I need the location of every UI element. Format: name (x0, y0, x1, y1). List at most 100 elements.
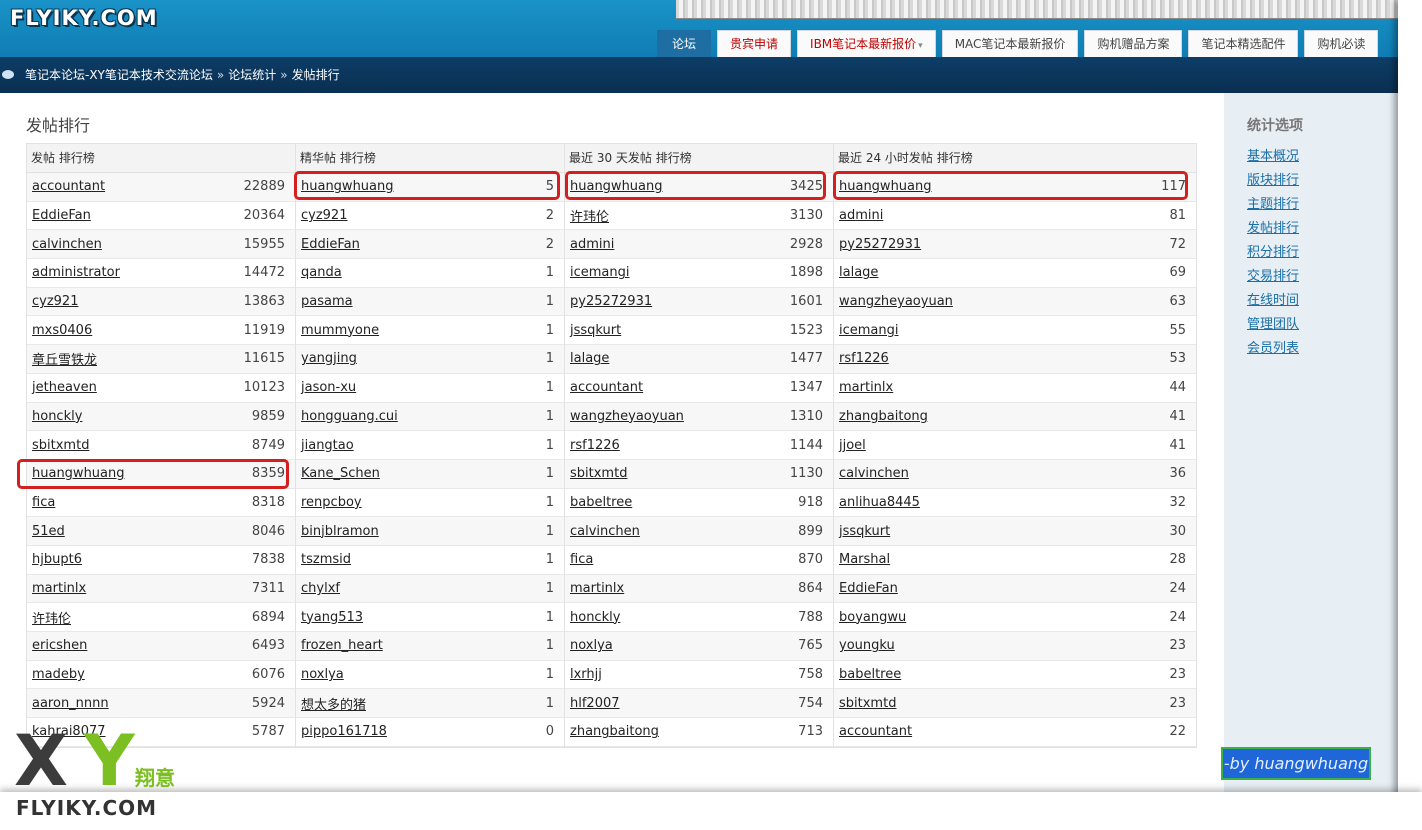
username-link[interactable]: cyz921 (32, 294, 78, 309)
nav-tab-3[interactable]: MAC笔记本最新报价 (941, 30, 1079, 57)
username-link[interactable]: Marshal (839, 552, 890, 567)
username-link[interactable]: madeby (32, 667, 85, 682)
username-link[interactable]: hlf2007 (570, 696, 620, 711)
username-link[interactable]: accountant (32, 179, 105, 194)
username-link[interactable]: martinlx (570, 581, 624, 596)
username-link[interactable]: calvinchen (32, 237, 102, 252)
username-link[interactable]: lalage (570, 351, 609, 366)
nav-tab-2[interactable]: IBM笔记本最新报价 ▾ (797, 30, 936, 57)
username-link[interactable]: lxrhjj (570, 667, 602, 682)
nav-tab-6[interactable]: 购机必读 (1304, 30, 1379, 57)
username-link[interactable]: frozen_heart (301, 638, 383, 653)
username-link[interactable]: hongguang.cui (301, 409, 398, 424)
sidebar-link[interactable]: 主题排行 (1247, 193, 1299, 217)
username-link[interactable]: sbitxmtd (32, 438, 89, 453)
sidebar-link[interactable]: 在线时间 (1247, 289, 1299, 313)
username-link[interactable]: jason-xu (301, 380, 356, 395)
username-link[interactable]: ericshen (32, 638, 87, 653)
username-link[interactable]: 想太多的猪 (301, 694, 366, 713)
username-link[interactable]: admini (839, 208, 883, 223)
username-link[interactable]: 51ed (32, 524, 65, 539)
username-link[interactable]: huangwhuang (570, 179, 663, 194)
username-link[interactable]: 章丘雪铁龙 (32, 349, 97, 368)
username-link[interactable]: sbitxmtd (839, 696, 896, 711)
username-link[interactable]: zhangbaitong (570, 724, 659, 739)
username-link[interactable]: EddieFan (301, 237, 360, 252)
username-link[interactable]: huangwhuang (301, 179, 394, 194)
username-link[interactable]: icemangi (839, 323, 899, 338)
username-link[interactable]: renpcboy (301, 495, 362, 510)
sidebar-link[interactable]: 会员列表 (1247, 337, 1299, 361)
breadcrumb-item[interactable]: 笔记本论坛-XY笔记本技术交流论坛 (25, 68, 213, 82)
username-link[interactable]: EddieFan (32, 208, 91, 223)
username-link[interactable]: fica (570, 552, 593, 567)
username-link[interactable]: aaron_nnnn (32, 696, 109, 711)
sidebar-link[interactable]: 积分排行 (1247, 241, 1299, 265)
site-logo[interactable]: FLYIKY.COM (10, 6, 158, 30)
username-link[interactable]: fica (32, 495, 55, 510)
sidebar-link[interactable]: 交易排行 (1247, 265, 1299, 289)
username-link[interactable]: rsf1226 (570, 438, 620, 453)
nav-tab-5[interactable]: 笔记本精选配件 (1188, 30, 1299, 57)
username-link[interactable]: py25272931 (570, 294, 652, 309)
username-link[interactable]: admini (570, 237, 614, 252)
username-link[interactable]: huangwhuang (839, 179, 932, 194)
username-link[interactable]: pippo161718 (301, 724, 387, 739)
username-link[interactable]: jetheaven (32, 380, 97, 395)
nav-tab-4[interactable]: 购机赠品方案 (1084, 30, 1183, 57)
username-link[interactable]: tyang513 (301, 610, 363, 625)
username-link[interactable]: huangwhuang (32, 466, 125, 481)
username-link[interactable]: accountant (570, 380, 643, 395)
username-link[interactable]: accountant (839, 724, 912, 739)
username-link[interactable]: noxlya (301, 667, 344, 682)
username-link[interactable]: lalage (839, 265, 878, 280)
username-link[interactable]: sbitxmtd (570, 466, 627, 481)
username-link[interactable]: chylxf (301, 581, 340, 596)
username-link[interactable]: rsf1226 (839, 351, 889, 366)
username-link[interactable]: honckly (32, 409, 82, 424)
username-link[interactable]: youngku (839, 638, 895, 653)
username-link[interactable]: mxs0406 (32, 323, 92, 338)
username-link[interactable]: 许玮伦 (32, 608, 71, 627)
username-link[interactable]: jssqkurt (570, 323, 621, 338)
username-link[interactable]: 许玮伦 (570, 206, 609, 225)
nav-tab-1[interactable]: 贵宾申请 (717, 30, 792, 57)
username-link[interactable]: icemangi (570, 265, 630, 280)
username-link[interactable]: tszmsid (301, 552, 351, 567)
username-link[interactable]: EddieFan (839, 581, 898, 596)
username-link[interactable]: calvinchen (839, 466, 909, 481)
username-link[interactable]: babeltree (570, 495, 632, 510)
username-link[interactable]: martinlx (839, 380, 893, 395)
username-link[interactable]: calvinchen (570, 524, 640, 539)
breadcrumb-item[interactable]: 论坛统计 (228, 68, 276, 82)
username-link[interactable]: mummyone (301, 323, 379, 338)
username-link[interactable]: noxlya (570, 638, 613, 653)
username-link[interactable]: babeltree (839, 667, 901, 682)
username-link[interactable]: jiangtao (301, 438, 354, 453)
username-link[interactable]: hjbupt6 (32, 552, 82, 567)
username-link[interactable]: cyz921 (301, 208, 347, 223)
username-link[interactable]: qanda (301, 265, 342, 280)
username-link[interactable]: Kane_Schen (301, 466, 380, 481)
username-link[interactable]: binjblramon (301, 524, 379, 539)
sidebar-link[interactable]: 基本概况 (1247, 145, 1299, 169)
username-link[interactable]: honckly (570, 610, 620, 625)
username-link[interactable]: jjoel (839, 438, 866, 453)
username-link[interactable]: wangzheyaoyuan (839, 294, 953, 309)
table-row: jssqkurt 1523 (565, 316, 833, 346)
username-link[interactable]: zhangbaitong (839, 409, 928, 424)
username-link[interactable]: wangzheyaoyuan (570, 409, 684, 424)
breadcrumb-item[interactable]: 发帖排行 (292, 68, 340, 82)
username-link[interactable]: martinlx (32, 581, 86, 596)
username-link[interactable]: anlihua8445 (839, 495, 920, 510)
username-link[interactable]: yangjing (301, 351, 357, 366)
nav-tab-0[interactable]: 论坛 (657, 30, 712, 57)
sidebar-link[interactable]: 发帖排行 (1247, 217, 1299, 241)
username-link[interactable]: pasama (301, 294, 353, 309)
username-link[interactable]: jssqkurt (839, 524, 890, 539)
sidebar-link[interactable]: 管理团队 (1247, 313, 1299, 337)
sidebar-link[interactable]: 版块排行 (1247, 169, 1299, 193)
username-link[interactable]: py25272931 (839, 237, 921, 252)
username-link[interactable]: boyangwu (839, 610, 906, 625)
username-link[interactable]: administrator (32, 265, 120, 280)
